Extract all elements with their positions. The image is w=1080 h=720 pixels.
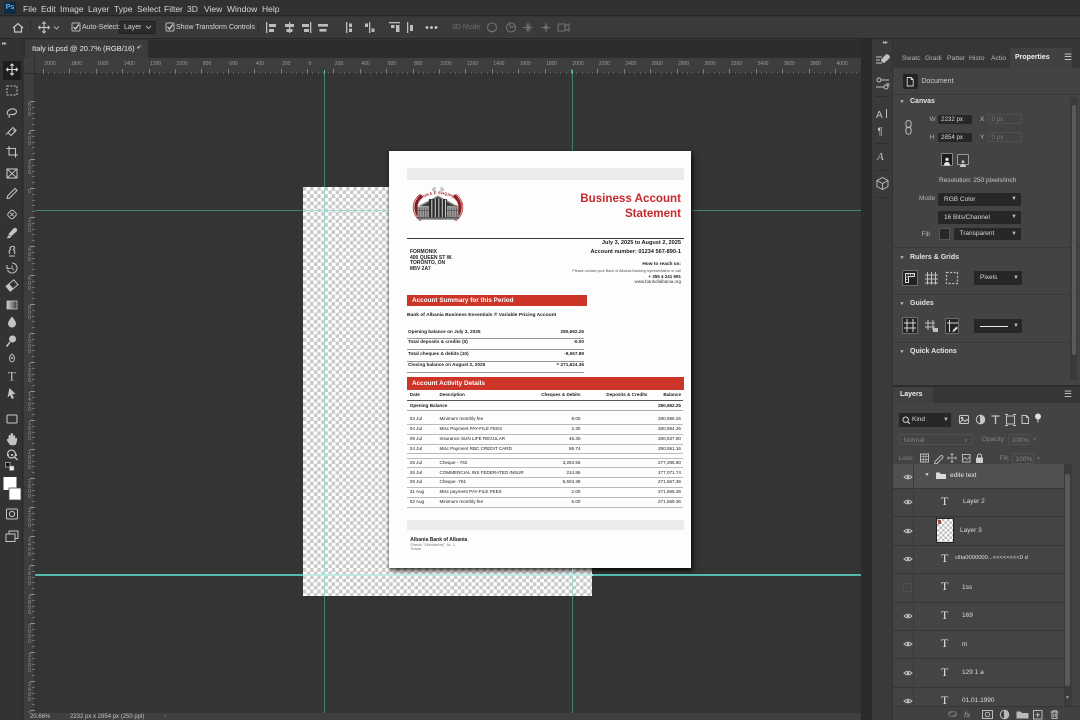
- svg-text:¶: ¶: [878, 127, 883, 138]
- svg-text:A: A: [876, 151, 884, 163]
- svg-text:A: A: [876, 110, 883, 121]
- svg-text:T: T: [8, 370, 16, 384]
- svg-text:fx: fx: [964, 711, 971, 720]
